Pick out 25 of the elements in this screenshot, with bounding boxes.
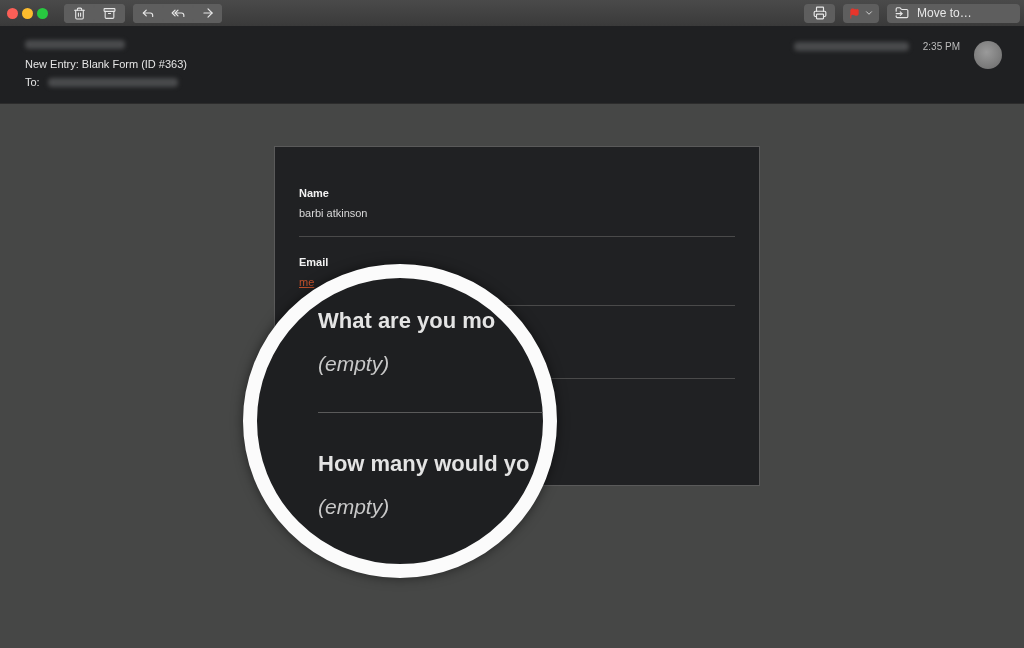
- flag-icon: [848, 7, 860, 19]
- printer-icon: [812, 6, 827, 20]
- reply-icon: [141, 6, 155, 20]
- question-label: How many would yo: [318, 451, 531, 477]
- folder-icon: [895, 6, 909, 20]
- email-time: 2:35 PM: [922, 41, 960, 52]
- chevron-down-icon: [863, 8, 874, 18]
- minimize-button[interactable]: [22, 7, 33, 19]
- answer-value: (empty): [318, 494, 391, 520]
- close-button[interactable]: [7, 7, 18, 19]
- email-subject: New Entry: Blank Form (ID #363): [25, 58, 188, 70]
- question-label: What are you mo: [318, 308, 497, 334]
- answer-value: (empty): [318, 351, 391, 377]
- arrow-right-icon: [200, 6, 215, 20]
- trash-icon: [72, 6, 86, 20]
- email-link[interactable]: me: [299, 276, 315, 288]
- zoom-button[interactable]: [37, 7, 48, 19]
- archive-icon: [103, 6, 116, 20]
- field-value: barbi atkinson: [299, 207, 369, 219]
- move-to-button[interactable]: Move to…: [887, 3, 1020, 23]
- field-label: Email: [299, 256, 330, 268]
- avatar: [974, 41, 1002, 69]
- print-button[interactable]: [804, 3, 835, 23]
- to-label: To:: [25, 76, 40, 88]
- field-label: Name: [299, 187, 330, 199]
